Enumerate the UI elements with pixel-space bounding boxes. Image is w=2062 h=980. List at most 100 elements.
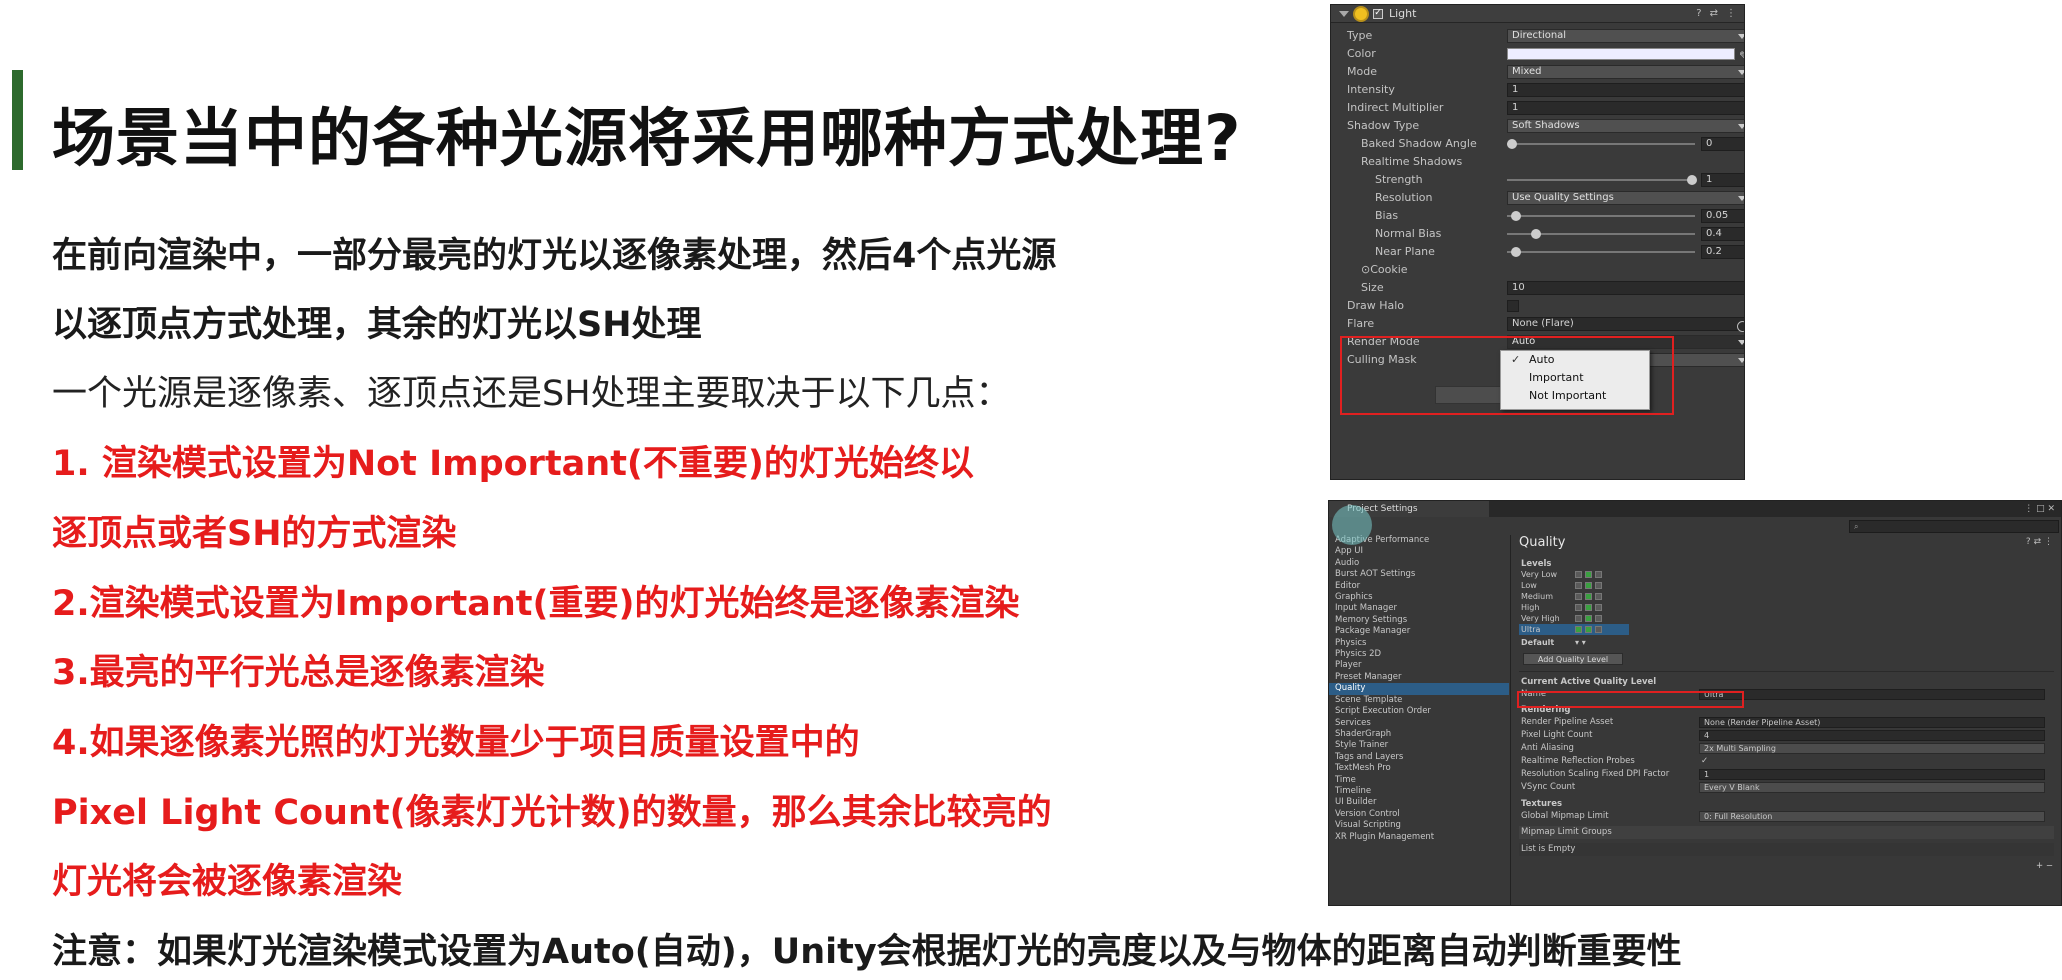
platform-checkbox[interactable] xyxy=(1575,615,1582,622)
level-very-low[interactable]: Very Low xyxy=(1519,569,1629,580)
preset-icon[interactable]: ⇄ xyxy=(2034,537,2042,547)
draw-halo-checkbox[interactable] xyxy=(1507,300,1519,312)
near-plane-slider[interactable] xyxy=(1507,247,1695,257)
sidebar-item[interactable]: Physics xyxy=(1329,638,1509,649)
flare-field[interactable]: None (Flare) xyxy=(1507,317,1744,332)
sidebar-item[interactable]: Services xyxy=(1329,718,1509,729)
anti-aliasing-dropdown[interactable]: 2x Multi Sampling xyxy=(1699,743,2045,754)
maximize-icon[interactable]: □ xyxy=(2036,504,2045,514)
shadow-type-dropdown[interactable]: Soft Shadows xyxy=(1507,119,1744,133)
help-icon[interactable]: ? xyxy=(1696,8,1701,19)
slider-knob[interactable] xyxy=(1511,211,1521,221)
bias-field[interactable]: 0.05 xyxy=(1701,209,1744,223)
level-low[interactable]: Low xyxy=(1519,580,1629,591)
more-icon[interactable]: ⋮ xyxy=(1726,8,1736,19)
sidebar-item[interactable]: Script Execution Order xyxy=(1329,706,1509,717)
platform-checkbox[interactable] xyxy=(1575,604,1582,611)
sidebar-item[interactable]: TextMesh Pro xyxy=(1329,763,1509,774)
sidebar-item[interactable]: Style Trainer xyxy=(1329,740,1509,751)
sidebar-item[interactable]: Memory Settings xyxy=(1329,615,1509,626)
sidebar-item[interactable]: Scene Template xyxy=(1329,695,1509,706)
level-medium[interactable]: Medium xyxy=(1519,591,1629,602)
platform-checkbox[interactable] xyxy=(1575,626,1582,633)
foldout-icon[interactable] xyxy=(1339,10,1349,17)
platform-checkbox[interactable] xyxy=(1575,582,1582,589)
indirect-field[interactable]: 1 xyxy=(1507,101,1744,115)
trash-icon[interactable] xyxy=(1595,615,1602,622)
size-field[interactable]: 10 xyxy=(1507,281,1744,295)
trash-icon[interactable] xyxy=(1595,571,1602,578)
trash-icon[interactable] xyxy=(1595,626,1602,633)
sidebar-item[interactable]: Time xyxy=(1329,775,1509,786)
platform-checkbox[interactable] xyxy=(1585,604,1592,611)
platform-checkbox[interactable] xyxy=(1585,582,1592,589)
sidebar-item[interactable]: Visual Scripting xyxy=(1329,820,1509,831)
reflection-probes-checkbox[interactable]: ✓ xyxy=(1701,755,1708,768)
rp-field[interactable]: None (Render Pipeline Asset) xyxy=(1699,717,2045,728)
strength-slider[interactable] xyxy=(1507,175,1697,185)
level-high[interactable]: High xyxy=(1519,602,1629,613)
sidebar-item[interactable]: Tags and Layers xyxy=(1329,752,1509,763)
resolution-scaling-field[interactable]: 1 xyxy=(1699,769,2045,780)
sidebar-item[interactable]: Graphics xyxy=(1329,592,1509,603)
preset-icon[interactable]: ⇄ xyxy=(1710,8,1718,19)
more-icon[interactable]: ⋮ xyxy=(2044,537,2053,547)
more-icon[interactable]: ⋮ xyxy=(2024,504,2033,514)
sidebar-item[interactable]: Physics 2D xyxy=(1329,649,1509,660)
trash-icon[interactable] xyxy=(1595,604,1602,611)
resolution-dropdown[interactable]: Use Quality Settings xyxy=(1507,191,1744,205)
slider-knob[interactable] xyxy=(1687,175,1697,185)
baked-angle-slider[interactable] xyxy=(1507,139,1695,149)
settings-search-input[interactable]: ⌕ xyxy=(1849,520,2059,533)
sidebar-item[interactable]: Version Control xyxy=(1329,809,1509,820)
near-plane-field[interactable]: 0.2 xyxy=(1701,245,1744,259)
trash-icon[interactable] xyxy=(1595,582,1602,589)
light-component-header[interactable]: ✓ Light ? ⇄ ⋮ xyxy=(1331,5,1744,23)
help-icon[interactable]: ? xyxy=(2026,537,2031,547)
type-dropdown[interactable]: Directional xyxy=(1507,29,1744,43)
intensity-field[interactable]: 1 xyxy=(1507,83,1744,97)
add-quality-level-button[interactable]: Add Quality Level xyxy=(1523,653,1623,665)
slider-knob[interactable] xyxy=(1507,139,1517,149)
sidebar-item[interactable]: UI Builder xyxy=(1329,797,1509,808)
mipmap-groups-row[interactable]: Mipmap Limit Groups xyxy=(1519,826,2054,839)
sidebar-item[interactable]: Input Manager xyxy=(1329,603,1509,614)
vsync-dropdown[interactable]: Every V Blank xyxy=(1699,782,2045,793)
sidebar-item[interactable]: XR Plugin Management xyxy=(1329,832,1509,843)
mode-dropdown[interactable]: Mixed xyxy=(1507,65,1744,79)
sidebar-item[interactable]: Timeline xyxy=(1329,786,1509,797)
sidebar-item[interactable]: App UI xyxy=(1329,546,1509,557)
sidebar-item[interactable]: Player xyxy=(1329,660,1509,671)
baked-angle-field[interactable]: 0 xyxy=(1701,137,1744,151)
pixel-light-count-field[interactable]: 4 xyxy=(1699,730,2045,741)
platform-checkbox[interactable] xyxy=(1585,593,1592,600)
object-picker-icon[interactable] xyxy=(1737,321,1744,332)
sidebar-item[interactable]: Audio xyxy=(1329,558,1509,569)
sidebar-item[interactable]: Preset Manager xyxy=(1329,672,1509,683)
slider-knob[interactable] xyxy=(1531,229,1541,239)
sidebar-item[interactable]: Editor xyxy=(1329,581,1509,592)
sidebar-item-quality[interactable]: Quality xyxy=(1329,683,1509,695)
platform-checkbox[interactable] xyxy=(1585,615,1592,622)
bias-slider[interactable] xyxy=(1507,211,1695,221)
global-mipmap-dropdown[interactable]: 0: Full Resolution xyxy=(1699,811,2045,822)
close-icon[interactable]: ✕ xyxy=(2047,504,2055,514)
platform-checkbox[interactable] xyxy=(1575,571,1582,578)
slider-knob[interactable] xyxy=(1511,247,1521,257)
default-selectors[interactable]: ▾ ▾ xyxy=(1575,637,1586,648)
strength-field[interactable]: 1 xyxy=(1701,173,1744,187)
platform-checkbox[interactable] xyxy=(1585,571,1592,578)
platform-checkbox[interactable] xyxy=(1575,593,1582,600)
normal-bias-field[interactable]: 0.4 xyxy=(1701,227,1744,241)
trash-icon[interactable] xyxy=(1595,593,1602,600)
color-swatch[interactable] xyxy=(1507,48,1735,60)
name-field[interactable]: Ultra xyxy=(1699,689,2045,700)
sidebar-item[interactable]: Burst AOT Settings xyxy=(1329,569,1509,580)
list-add-remove[interactable]: + − xyxy=(2036,861,2053,871)
level-ultra[interactable]: Ultra xyxy=(1519,624,1629,635)
sidebar-item[interactable]: ShaderGraph xyxy=(1329,729,1509,740)
sidebar-item[interactable]: Package Manager xyxy=(1329,626,1509,637)
eyedropper-icon[interactable]: ✎ xyxy=(1739,47,1744,65)
platform-checkbox[interactable] xyxy=(1585,626,1592,633)
level-very-high[interactable]: Very High xyxy=(1519,613,1629,624)
